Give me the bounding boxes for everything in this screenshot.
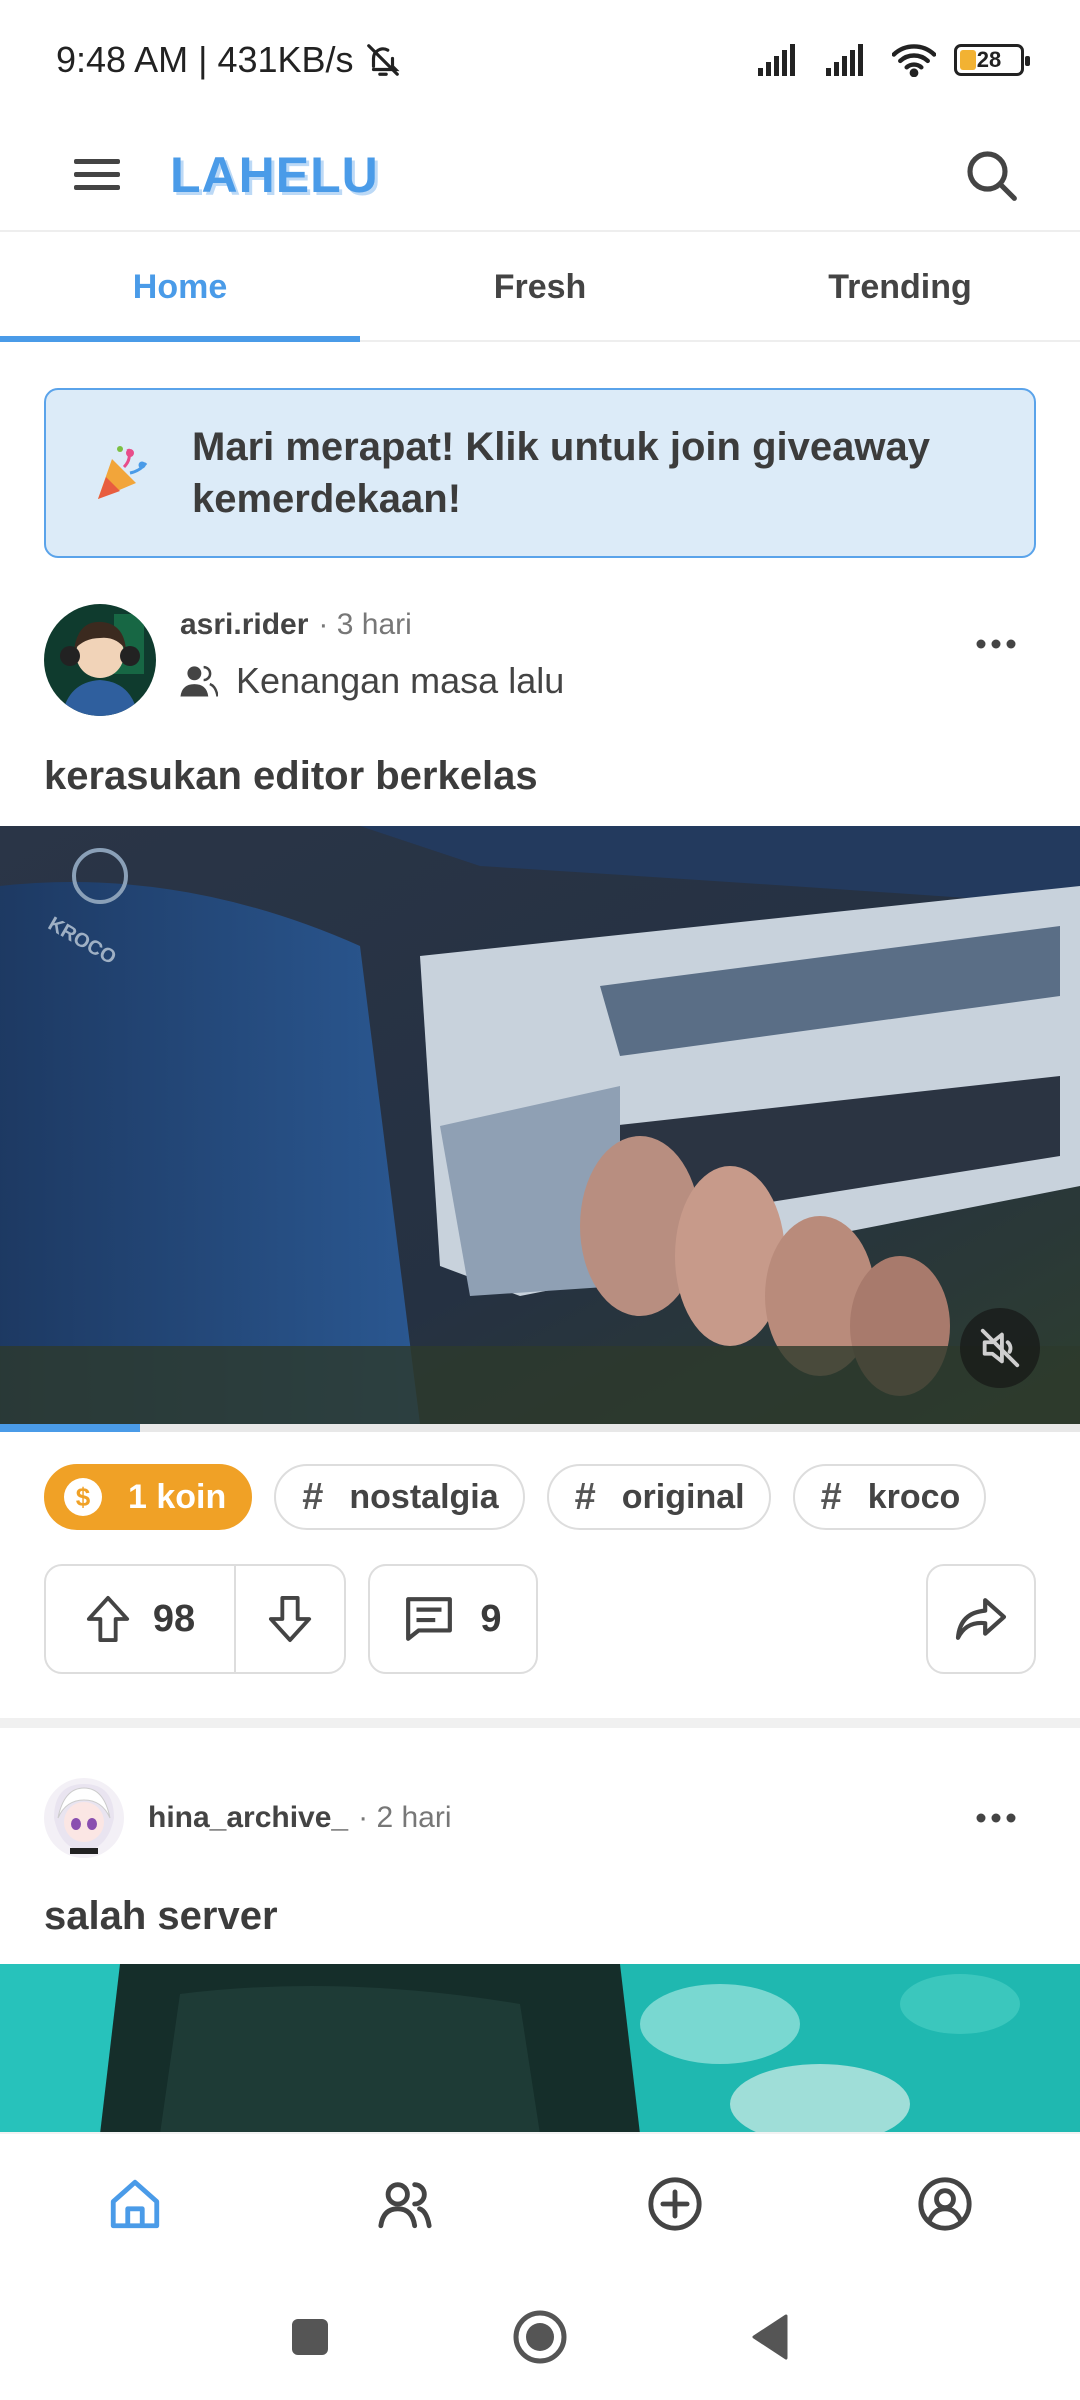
arrow-up-icon xyxy=(86,1595,129,1642)
post-actions: 98 9 xyxy=(44,1564,1036,1674)
search-button[interactable] xyxy=(946,130,1036,220)
post-title: salah server xyxy=(44,1894,278,1938)
status-time: 9:48 AM | 431KB/s xyxy=(56,39,354,80)
battery-indicator: 28 xyxy=(954,44,1030,76)
post-more-button[interactable] xyxy=(956,614,1036,674)
profile-icon xyxy=(918,2177,972,2231)
post-header: hina_archive_ · 2 hari xyxy=(44,1778,1036,1858)
bottom-nav xyxy=(0,2132,1080,2274)
status-bar: 9:48 AM | 431KB/s 28 xyxy=(0,0,1080,120)
more-horizontal-icon xyxy=(976,639,1016,649)
avatar-image xyxy=(44,604,156,716)
hamburger-menu-icon xyxy=(74,159,120,190)
post-username[interactable]: hina_archive_ xyxy=(148,1801,348,1835)
tag-label: original xyxy=(621,1477,745,1516)
circle-icon xyxy=(513,2310,567,2364)
hashtag-icon: # xyxy=(302,1475,324,1518)
video-progress-bar[interactable] xyxy=(0,1424,140,1432)
comment-icon xyxy=(406,1597,453,1641)
battery-level: 28 xyxy=(976,47,1002,72)
users-icon xyxy=(378,2182,432,2229)
party-popper-icon xyxy=(98,446,148,499)
nav-home[interactable] xyxy=(0,2134,270,2274)
share-icon xyxy=(955,1598,1007,1640)
avatar[interactable] xyxy=(44,1778,124,1858)
post-title: kerasukan editor berkelas xyxy=(44,754,538,798)
post-time: · 2 hari xyxy=(358,1801,452,1834)
back-button[interactable] xyxy=(655,2287,885,2387)
upvote-button[interactable]: 98 xyxy=(46,1566,236,1672)
post-video[interactable]: KROCO xyxy=(0,826,1080,1424)
home-system-button[interactable] xyxy=(425,2287,655,2387)
giveaway-banner[interactable]: Mari merapat! Klik untuk join giveaway k… xyxy=(44,388,1036,558)
app-logo[interactable]: LAHELU xyxy=(170,146,379,204)
signal-icon-2 xyxy=(826,44,863,76)
search-icon xyxy=(967,151,1017,201)
post-username[interactable]: asri.rider xyxy=(180,608,308,642)
signal-icon xyxy=(758,44,795,76)
more-horizontal-icon xyxy=(976,1813,1016,1823)
tag-chip[interactable]: # kroco xyxy=(792,1464,987,1530)
volume-mute-icon xyxy=(980,1328,1020,1368)
recents-button[interactable] xyxy=(195,2287,425,2387)
video-frame: KROCO xyxy=(0,826,1080,1424)
post-community[interactable]: Kenangan masa lalu xyxy=(180,660,564,702)
post-header: asri.rider · 3 hari Kenangan masa lalu xyxy=(44,604,1036,716)
feed-tabs: Home Fresh Trending xyxy=(0,234,1080,342)
menu-button[interactable] xyxy=(44,125,156,225)
avatar-image xyxy=(44,1778,124,1858)
mute-bell-icon xyxy=(366,44,400,76)
tab-fresh[interactable]: Fresh xyxy=(360,234,720,340)
vote-group: 98 xyxy=(44,1564,346,1674)
video-progress-track xyxy=(0,1424,1080,1432)
arrow-down-icon xyxy=(268,1595,312,1642)
community-icon xyxy=(180,665,218,697)
add-circle-icon xyxy=(648,2177,702,2231)
comment-button[interactable]: 9 xyxy=(368,1564,538,1674)
back-triangle-icon xyxy=(752,2314,788,2360)
community-name: Kenangan masa lalu xyxy=(236,660,565,701)
post-tags: $ 1 koin # nostalgia # original # kroco xyxy=(44,1464,1036,1530)
coin-chip[interactable]: $ 1 koin xyxy=(44,1464,253,1530)
nav-profile[interactable] xyxy=(810,2134,1080,2274)
wifi-icon xyxy=(892,44,936,77)
video-frame xyxy=(0,1964,1080,2134)
upvote-count: 98 xyxy=(152,1597,196,1640)
tag-label: nostalgia xyxy=(349,1477,499,1516)
hashtag-icon: # xyxy=(820,1475,842,1518)
tag-chip[interactable]: # original xyxy=(546,1464,771,1530)
avatar[interactable] xyxy=(44,604,156,716)
post-separator xyxy=(0,1718,1080,1728)
comment-count: 9 xyxy=(480,1597,502,1640)
hashtag-icon: # xyxy=(574,1475,596,1518)
mute-button[interactable] xyxy=(960,1308,1040,1388)
app-header: LAHELU xyxy=(0,120,1080,232)
tag-chip[interactable]: # nostalgia xyxy=(274,1464,525,1530)
tab-home[interactable]: Home xyxy=(0,234,360,342)
share-button[interactable] xyxy=(926,1564,1036,1674)
post-more-button[interactable] xyxy=(956,1788,1036,1848)
tab-trending[interactable]: Trending xyxy=(720,234,1080,340)
square-icon xyxy=(292,2319,328,2355)
post-video[interactable] xyxy=(0,1964,1080,2134)
post-time: · 3 hari xyxy=(318,608,412,641)
coin-icon: $ xyxy=(64,1478,102,1516)
tag-label: kroco xyxy=(867,1477,961,1516)
coin-label: 1 koin xyxy=(128,1477,227,1516)
home-icon xyxy=(110,2179,160,2229)
nav-community[interactable] xyxy=(270,2134,540,2274)
banner-text: Mari merapat! Klik untuk join giveaway k… xyxy=(192,425,930,521)
system-nav xyxy=(0,2274,1080,2400)
nav-create[interactable] xyxy=(540,2134,810,2274)
downvote-button[interactable] xyxy=(236,1566,344,1672)
